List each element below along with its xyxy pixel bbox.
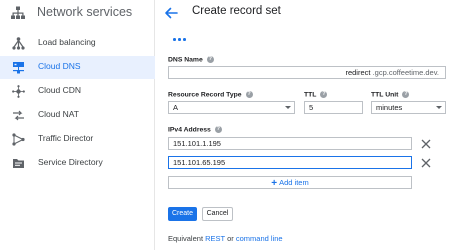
create-button[interactable]: Create [168, 207, 197, 221]
sidebar-item-label: Cloud CDN [38, 85, 81, 95]
record-type-label: Resource Record Type? [168, 91, 253, 99]
rest-link[interactable]: REST [205, 234, 225, 243]
dropdown-arrow-icon [436, 106, 442, 109]
command-line-link[interactable]: command line [236, 234, 283, 243]
sidebar-item-traffic-director[interactable]: Traffic Director [0, 128, 155, 151]
help-icon[interactable]: ? [245, 91, 253, 98]
dns-name-label: DNS Name? [168, 56, 214, 64]
page-title: Create record set [192, 5, 281, 17]
ipv4-address-label: IPv4 Address? [168, 126, 222, 134]
add-item-button[interactable]: + Add item [168, 176, 412, 189]
ipv4-address-input[interactable]: 151.101.1.195 [168, 137, 412, 150]
load-balancing-icon [12, 37, 25, 50]
cloud-cdn-icon [12, 85, 25, 98]
dns-name-value: redirect [345, 68, 371, 77]
cancel-button[interactable]: Cancel [202, 207, 233, 221]
sidebar: Network services Load balancing Cloud DN… [0, 0, 155, 250]
network-services-icon [11, 6, 25, 19]
traffic-director-icon [12, 133, 25, 146]
dns-name-input[interactable]: redirect .gcp.coffeetime.dev. [168, 66, 446, 79]
back-arrow-icon[interactable] [164, 6, 178, 20]
sidebar-item-label: Service Directory [38, 157, 103, 167]
sidebar-item-cloud-nat[interactable]: Cloud NAT [0, 104, 155, 127]
ttl-unit-select[interactable]: minutes [371, 101, 446, 114]
help-icon[interactable]: ? [214, 126, 222, 133]
help-icon[interactable]: ? [206, 56, 214, 63]
more-options-icon[interactable] [173, 37, 187, 43]
sidebar-item-cloud-cdn[interactable]: Cloud CDN [0, 80, 155, 103]
sidebar-item-label: Load balancing [38, 37, 96, 47]
plus-icon: + [271, 178, 278, 189]
sidebar-item-service-directory[interactable]: Service Directory [0, 152, 155, 175]
equivalent-links: Equivalent REST or command line [168, 234, 283, 243]
ttl-label: TTL? [304, 91, 328, 99]
dns-name-suffix: .gcp.coffeetime.dev. [372, 68, 439, 77]
service-directory-icon [13, 159, 24, 168]
sidebar-title: Network services [37, 5, 133, 19]
help-icon[interactable]: ? [320, 91, 328, 98]
main-panel: Create record set DNS Name? redirect .gc… [156, 0, 474, 250]
ipv4-address-value: 151.101.65.195 [173, 158, 226, 167]
record-type-select[interactable]: A [168, 101, 295, 114]
ttl-value: 5 [309, 103, 314, 112]
sidebar-item-label: Cloud NAT [38, 109, 79, 119]
close-icon[interactable] [421, 139, 431, 149]
help-icon[interactable]: ? [402, 91, 410, 98]
ttl-unit-label: TTL Unit? [371, 91, 410, 99]
record-type-value: A [173, 103, 179, 112]
sidebar-item-label: Cloud DNS [38, 61, 81, 71]
ttl-input[interactable]: 5 [304, 101, 363, 114]
ttl-unit-value: minutes [376, 103, 403, 112]
cloud-nat-icon [13, 110, 24, 121]
close-icon[interactable] [421, 158, 431, 168]
dropdown-arrow-icon [285, 106, 291, 109]
sidebar-item-load-balancing[interactable]: Load balancing [0, 32, 155, 55]
ipv4-address-input[interactable]: 151.101.65.195 [168, 156, 412, 169]
sidebar-item-cloud-dns[interactable]: Cloud DNS [0, 56, 155, 79]
sidebar-header: Network services [0, 0, 155, 26]
cloud-dns-icon [13, 62, 24, 74]
sidebar-item-label: Traffic Director [38, 133, 94, 143]
ipv4-address-value: 151.101.1.195 [173, 139, 221, 148]
